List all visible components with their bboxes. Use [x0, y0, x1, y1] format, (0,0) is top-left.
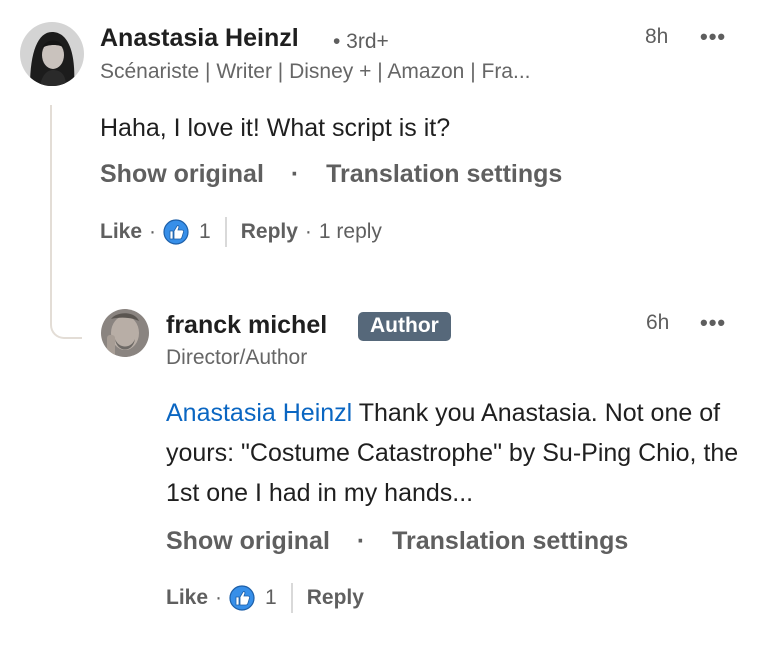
author-badge: Author: [358, 312, 451, 341]
reply-button[interactable]: Reply: [241, 220, 298, 244]
author-headline: Scénariste | Writer | Disney + | Amazon …: [100, 60, 531, 83]
divider: [224, 217, 227, 247]
comment-text: Haha, I love it! What script is it?: [100, 114, 451, 142]
reaction-count[interactable]: 1: [199, 220, 211, 244]
comment-actions: Like · 1 Reply · 1 reply: [100, 217, 382, 247]
comment-author-name[interactable]: Anastasia Heinzl: [100, 24, 299, 53]
translation-row: Show original · Translation settings: [100, 160, 562, 189]
like-reaction-icon[interactable]: [163, 219, 189, 245]
separator-dot: ·: [304, 220, 312, 243]
more-options-icon[interactable]: •••: [700, 310, 726, 336]
connection-degree: • 3rd+: [333, 30, 389, 53]
separator-dot: ·: [290, 160, 300, 188]
like-button[interactable]: Like: [166, 586, 208, 610]
translation-settings-button[interactable]: Translation settings: [326, 160, 562, 189]
avatar-franck[interactable]: [101, 309, 149, 357]
comment-timestamp: 8h: [645, 25, 669, 48]
mention-link[interactable]: Anastasia Heinzl: [166, 399, 352, 427]
reply-button[interactable]: Reply: [307, 586, 364, 610]
reply-actions: Like · 1 Reply: [166, 583, 364, 613]
divider: [290, 583, 293, 613]
author-headline: Director/Author: [166, 346, 308, 369]
show-original-button[interactable]: Show original: [100, 160, 264, 189]
reply-author-name[interactable]: franck michel: [166, 311, 327, 340]
avatar-anastasia[interactable]: [20, 22, 84, 86]
thread-connector: [50, 105, 82, 339]
like-button[interactable]: Like: [100, 220, 142, 244]
separator-dot: ·: [215, 586, 223, 609]
separator-dot: ·: [356, 527, 366, 555]
more-options-icon[interactable]: •••: [700, 24, 726, 50]
replies-count-link[interactable]: 1 reply: [319, 220, 382, 244]
translation-settings-button[interactable]: Translation settings: [392, 527, 628, 556]
like-reaction-icon[interactable]: [229, 585, 255, 611]
show-original-button[interactable]: Show original: [166, 527, 330, 556]
reply-text: Anastasia Heinzl Thank you Anastasia. No…: [166, 393, 746, 513]
translation-row: Show original · Translation settings: [166, 527, 628, 556]
separator-dot: ·: [149, 220, 157, 243]
reaction-count[interactable]: 1: [265, 586, 277, 610]
reply-timestamp: 6h: [646, 311, 670, 334]
